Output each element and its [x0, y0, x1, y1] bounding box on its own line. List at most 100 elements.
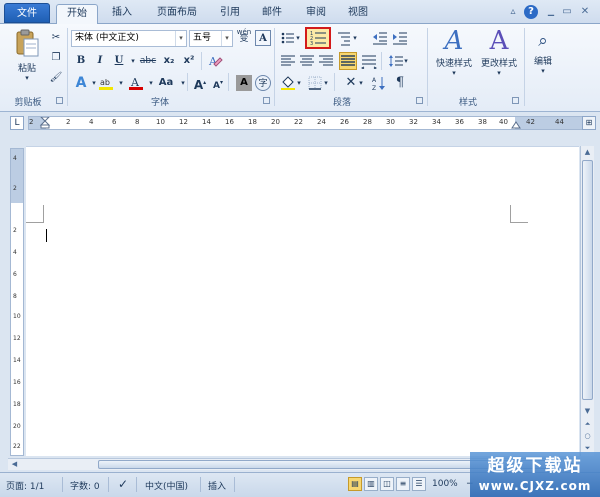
tab-home[interactable]: 开始: [56, 4, 98, 25]
subscript-button[interactable]: x₂: [161, 53, 177, 69]
shading-button[interactable]: [280, 75, 296, 91]
phonetic-char: 变: [239, 34, 249, 44]
enclose-characters-button[interactable]: 字: [255, 75, 271, 91]
tab-page-layout[interactable]: 页面布局: [146, 4, 208, 24]
view-ruler-icon[interactable]: ⊞: [582, 116, 596, 130]
chevron-down-icon[interactable]: ▾: [402, 53, 410, 69]
restore-icon[interactable]: ▭: [560, 5, 574, 19]
clear-formatting-icon: A: [208, 55, 223, 68]
draft-view-icon[interactable]: ☰: [412, 477, 426, 491]
tab-selector[interactable]: L: [10, 116, 24, 130]
show-marks-button[interactable]: ¶: [392, 75, 408, 91]
bold-button[interactable]: B: [73, 53, 89, 69]
chevron-down-icon[interactable]: ▾: [175, 75, 191, 91]
font-name-combo[interactable]: 宋体 (中文正文) ▾: [71, 30, 187, 47]
word-count[interactable]: 字数: 0: [70, 479, 100, 492]
text-cursor: [46, 229, 47, 242]
ruler-tick: 8: [135, 118, 140, 126]
grow-font-button[interactable]: A▴: [192, 75, 208, 92]
horizontal-ruler[interactable]: 2 2 4 6 8 10 12 14 16 18 20 22 24 26 28 …: [28, 116, 583, 130]
font-size-combo[interactable]: 五号 ▾: [189, 30, 233, 47]
char-border-button[interactable]: A: [255, 30, 271, 46]
multilevel-list-button[interactable]: [336, 30, 352, 46]
tab-insert[interactable]: 插入: [102, 4, 142, 24]
proofing-icon[interactable]: ✓: [118, 477, 128, 491]
help-icon[interactable]: ?: [524, 5, 538, 19]
paragraph-dialog-launcher[interactable]: [416, 97, 423, 104]
shrink-font-button[interactable]: A▾: [210, 75, 226, 91]
clear-formatting-button[interactable]: A: [207, 53, 223, 69]
outline-view-icon[interactable]: ≡: [396, 477, 410, 491]
insert-mode[interactable]: 插入: [208, 479, 226, 492]
indent-marker-icon[interactable]: [39, 117, 51, 129]
tab-mailings[interactable]: 邮件: [254, 4, 290, 24]
cut-icon[interactable]: ✂: [48, 30, 64, 46]
tab-file[interactable]: 文件: [4, 3, 50, 23]
chevron-down-icon[interactable]: ▾: [294, 30, 302, 46]
chevron-down-icon[interactable]: ▾: [175, 31, 186, 46]
editing-button[interactable]: ⌕ 编辑 ▾: [528, 28, 558, 78]
browse-object-icon[interactable]: ○: [582, 431, 593, 442]
superscript-button[interactable]: x²: [181, 53, 197, 69]
ruler-tick: 42: [526, 118, 535, 126]
paste-button[interactable]: 粘贴 ▾: [12, 28, 42, 82]
tab-review[interactable]: 审阅: [298, 4, 334, 24]
zoom-level[interactable]: 100%: [432, 479, 458, 489]
page-count[interactable]: 页面: 1/1: [6, 479, 44, 492]
ruler-tick: 12: [179, 118, 188, 126]
align-right-button[interactable]: [318, 53, 334, 69]
collapse-ribbon-icon[interactable]: ▵: [506, 5, 520, 19]
justify-button[interactable]: [339, 52, 357, 70]
scroll-down-icon[interactable]: ▼: [582, 406, 593, 417]
full-screen-reading-icon[interactable]: ▥: [364, 477, 378, 491]
numbering-button[interactable]: 123: [305, 27, 331, 49]
chevron-down-icon[interactable]: ▾: [221, 31, 232, 46]
copy-icon[interactable]: ❐: [48, 50, 64, 66]
align-left-button[interactable]: [280, 53, 296, 69]
chevron-down-icon[interactable]: ▾: [322, 75, 330, 91]
format-painter-icon[interactable]: 🖌: [48, 70, 64, 86]
change-styles-button[interactable]: A 更改样式 ▾: [477, 26, 521, 92]
text-highlight-button[interactable]: ab: [98, 75, 114, 91]
previous-page-icon[interactable]: ⏶: [582, 419, 593, 430]
right-indent-marker-icon[interactable]: [511, 120, 521, 129]
chevron-down-icon[interactable]: ▾: [351, 30, 359, 46]
vertical-ruler[interactable]: 4 2 2 4 6 8 10 12 14 16 18 20 22: [10, 148, 24, 456]
minimize-icon[interactable]: ▁: [544, 5, 558, 19]
vertical-scrollbar[interactable]: ▲ ▼ ⏶ ○ ⏷: [580, 146, 594, 456]
print-layout-view-icon[interactable]: ▤: [348, 477, 362, 491]
close-icon[interactable]: ✕: [578, 5, 592, 19]
group-divider: [524, 28, 525, 106]
document-page[interactable]: [26, 146, 579, 456]
scroll-up-icon[interactable]: ▲: [582, 147, 593, 158]
decrease-indent-button[interactable]: [372, 30, 388, 46]
strikethrough-button[interactable]: abc: [138, 53, 158, 69]
change-case-button[interactable]: Aa: [156, 75, 176, 91]
phonetic-guide-button[interactable]: wén 变: [236, 29, 252, 45]
italic-button[interactable]: I: [92, 53, 108, 69]
tab-references[interactable]: 引用: [212, 4, 248, 24]
quick-styles-button[interactable]: A 快速样式 ▾: [432, 26, 476, 92]
sort-button[interactable]: AZ: [371, 75, 387, 92]
font-dialog-launcher[interactable]: [263, 97, 270, 104]
chevron-down-icon[interactable]: ▾: [295, 75, 303, 91]
svg-text:3: 3: [310, 41, 313, 47]
chevron-down-icon[interactable]: ▾: [113, 75, 129, 91]
ruler-tick: 22: [13, 443, 21, 450]
language-indicator[interactable]: 中文(中国): [145, 479, 188, 492]
increase-indent-button[interactable]: [392, 30, 408, 46]
tab-view[interactable]: 视图: [340, 4, 376, 24]
font-color-button[interactable]: A: [128, 75, 144, 91]
char-shading-button[interactable]: A: [236, 75, 252, 91]
paste-dropdown-icon[interactable]: ▾: [12, 74, 42, 82]
vertical-scroll-thumb[interactable]: [582, 160, 593, 400]
align-center-button[interactable]: [299, 53, 315, 69]
styles-dialog-launcher[interactable]: [512, 97, 519, 104]
clipboard-dialog-launcher[interactable]: [56, 97, 63, 104]
borders-button[interactable]: [307, 75, 323, 91]
web-layout-icon[interactable]: ◫: [380, 477, 394, 491]
scroll-left-icon[interactable]: ◀: [9, 459, 20, 470]
chevron-down-icon[interactable]: ▾: [357, 75, 365, 91]
change-styles-icon: A: [489, 26, 509, 56]
distributed-button[interactable]: [360, 53, 378, 70]
